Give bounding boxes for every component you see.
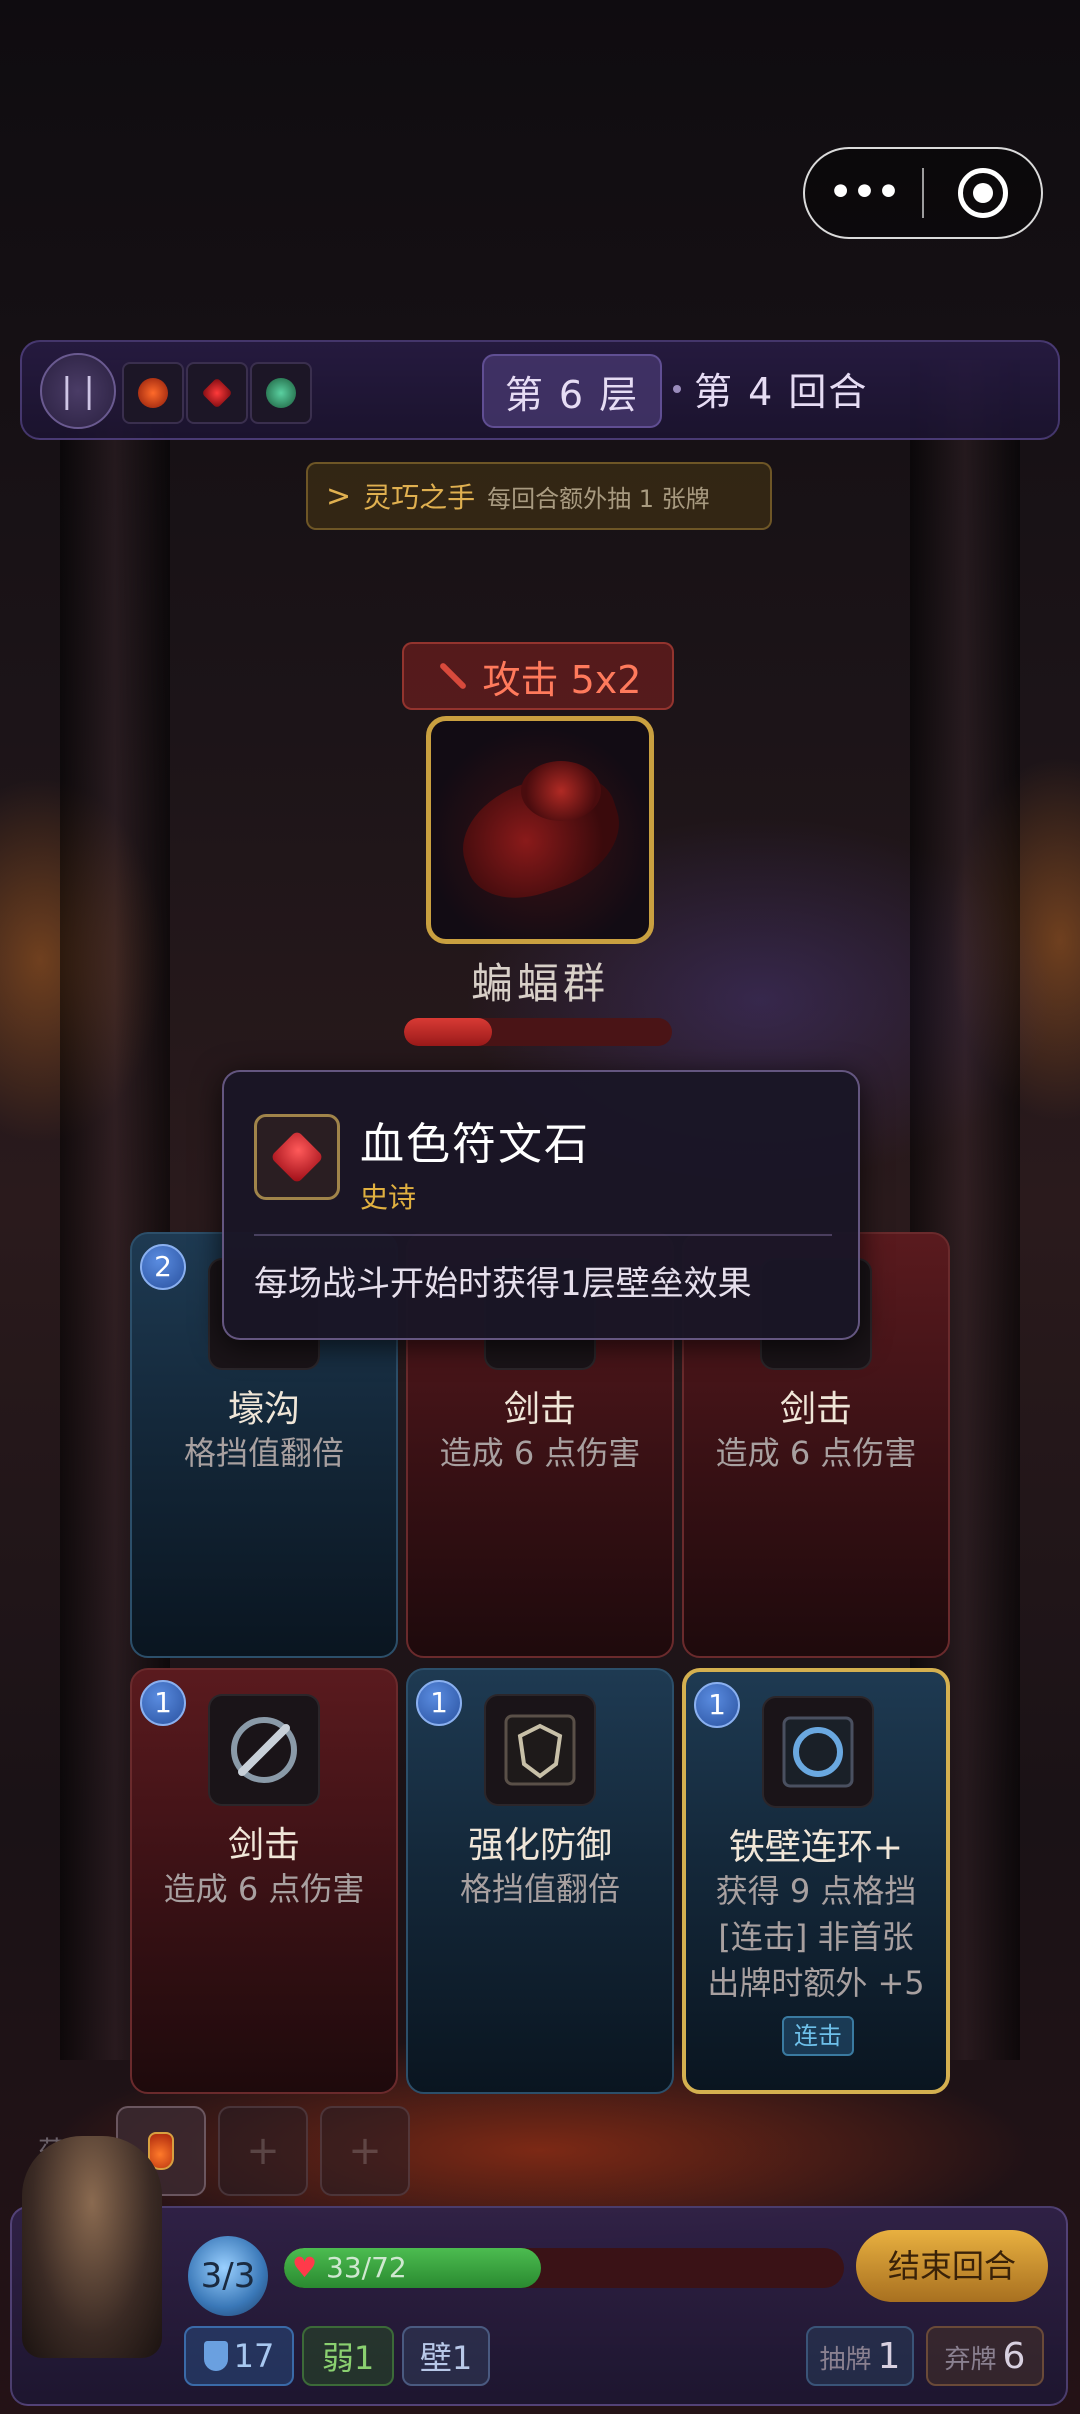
draw-pile[interactable]: 抽牌 1 <box>806 2326 914 2386</box>
tooltip-description: 每场战斗开始时获得1层壁垒效果 <box>254 1264 752 1304</box>
card-cost: 1 <box>694 1682 740 1728</box>
card-strike[interactable]: 1 剑击 造成 6 点伤害 <box>130 1668 398 2094</box>
card-desc: 造成 6 点伤害 <box>715 1434 917 1472</box>
card-iron-wall-chain[interactable]: 1 铁壁连环+ 获得 9 点格挡 [连击] 非首张 出牌时额外 +5 连击 <box>682 1668 950 2094</box>
more-menu-button[interactable]: ••• <box>805 171 922 215</box>
tooltip-rarity: 史诗 <box>360 1181 417 1214</box>
barrier-status: 壁1 <box>402 2326 490 2386</box>
close-miniprogram-button[interactable] <box>924 168 1041 218</box>
card-desc-line-2: [连击] 非首张 <box>718 1918 914 1956</box>
energy-orb: 3/3 <box>188 2236 268 2316</box>
enemy-name: 蝙蝠群 <box>470 959 609 1008</box>
fire-relic-icon <box>138 378 168 408</box>
card-cost: 1 <box>416 1680 462 1726</box>
floor-indicator: 第 6 层 <box>482 354 662 428</box>
jade-relic-icon <box>266 378 296 408</box>
enemy-intent: 攻击 5x2 <box>402 642 674 710</box>
card-title: 壕沟 <box>227 1389 300 1430</box>
enemy-hp-bar <box>404 1018 672 1046</box>
shield-icon <box>203 2341 228 2371</box>
weak-status: 弱1 <box>302 2326 394 2386</box>
plus-icon: + <box>348 2128 382 2174</box>
combo-tag: 连击 <box>782 2016 854 2056</box>
end-turn-button[interactable]: 结束回合 <box>856 2230 1048 2302</box>
block-value: 17 <box>233 2337 275 2375</box>
player-hp-text: 33/72 <box>326 2251 407 2284</box>
bat-image <box>521 761 601 821</box>
tooltip-title: 血色符文石 <box>360 1119 590 1170</box>
enemy-hp-fill <box>404 1018 493 1046</box>
player-hp-bar: ♥ 33/72 <box>284 2248 844 2288</box>
plus-icon: + <box>246 2128 280 2174</box>
card-desc: 格挡值翻倍 <box>459 1870 620 1908</box>
card-cost: 1 <box>140 1680 186 1726</box>
card-title: 剑击 <box>503 1389 576 1430</box>
chain-art-icon <box>762 1696 874 1808</box>
discard-pile[interactable]: 弃牌 6 <box>926 2326 1044 2386</box>
relic-slot-3[interactable] <box>250 362 312 424</box>
blood-rune-stone-icon <box>254 1114 340 1200</box>
turn-indicator: 第 4 回合 <box>694 370 869 414</box>
relic-tooltip: 血色符文石 史诗 每场战斗开始时获得1层壁垒效果 <box>222 1070 860 1340</box>
miniprogram-capsule: ••• <box>803 147 1043 239</box>
sword-art-icon <box>208 1694 320 1806</box>
card-desc-line-1: 获得 9 点格挡 <box>715 1872 917 1910</box>
card-title: 强化防御 <box>467 1825 612 1866</box>
card-desc: 造成 6 点伤害 <box>439 1434 641 1472</box>
sword-icon <box>435 659 469 693</box>
card-desc: 造成 6 点伤害 <box>163 1870 365 1908</box>
heart-icon: ♥ <box>292 2251 318 2284</box>
potion-slot-3[interactable]: + <box>320 2106 410 2196</box>
draw-pile-count: 1 <box>877 2336 901 2377</box>
target-icon <box>957 168 1008 218</box>
card-cost: 2 <box>140 1244 186 1290</box>
buff-name: 灵巧之手 <box>363 481 476 514</box>
relic-slot-1[interactable] <box>122 362 184 424</box>
active-buff-banner[interactable]: > 灵巧之手 每回合额外抽 1 张牌 <box>306 462 772 530</box>
card-title: 剑击 <box>779 1389 852 1430</box>
player-avatar <box>22 2136 162 2358</box>
draw-pile-label: 抽牌 <box>819 2345 872 2375</box>
potion-slot-2[interactable]: + <box>218 2106 308 2196</box>
relic-slot-2[interactable] <box>186 362 248 424</box>
card-desc: 格挡值翻倍 <box>183 1434 344 1472</box>
buff-description: 每回合额外抽 1 张牌 <box>487 484 710 513</box>
tooltip-divider <box>254 1234 832 1236</box>
pause-icon: | | <box>61 371 95 411</box>
enemy-portrait[interactable] <box>426 716 654 944</box>
discard-pile-label: 弃牌 <box>944 2345 997 2375</box>
card-reinforce-defense[interactable]: 1 强化防御 格挡值翻倍 <box>406 1668 674 2094</box>
block-status: 17 <box>184 2326 294 2386</box>
pause-button[interactable]: | | <box>40 353 116 429</box>
card-title: 剑击 <box>227 1825 300 1866</box>
blood-gem-relic-icon <box>201 377 233 409</box>
intent-label: 攻击 5x2 <box>482 657 642 702</box>
chevron-right-icon: > <box>326 478 352 514</box>
discard-pile-count: 6 <box>1002 2336 1026 2377</box>
card-desc-line-3: 出牌时额外 +5 <box>707 1964 925 2002</box>
shield-art-icon <box>484 1694 596 1806</box>
card-title: 铁壁连环+ <box>728 1827 904 1868</box>
separator-dot <box>673 385 681 393</box>
player-hp-fill <box>284 2248 541 2288</box>
